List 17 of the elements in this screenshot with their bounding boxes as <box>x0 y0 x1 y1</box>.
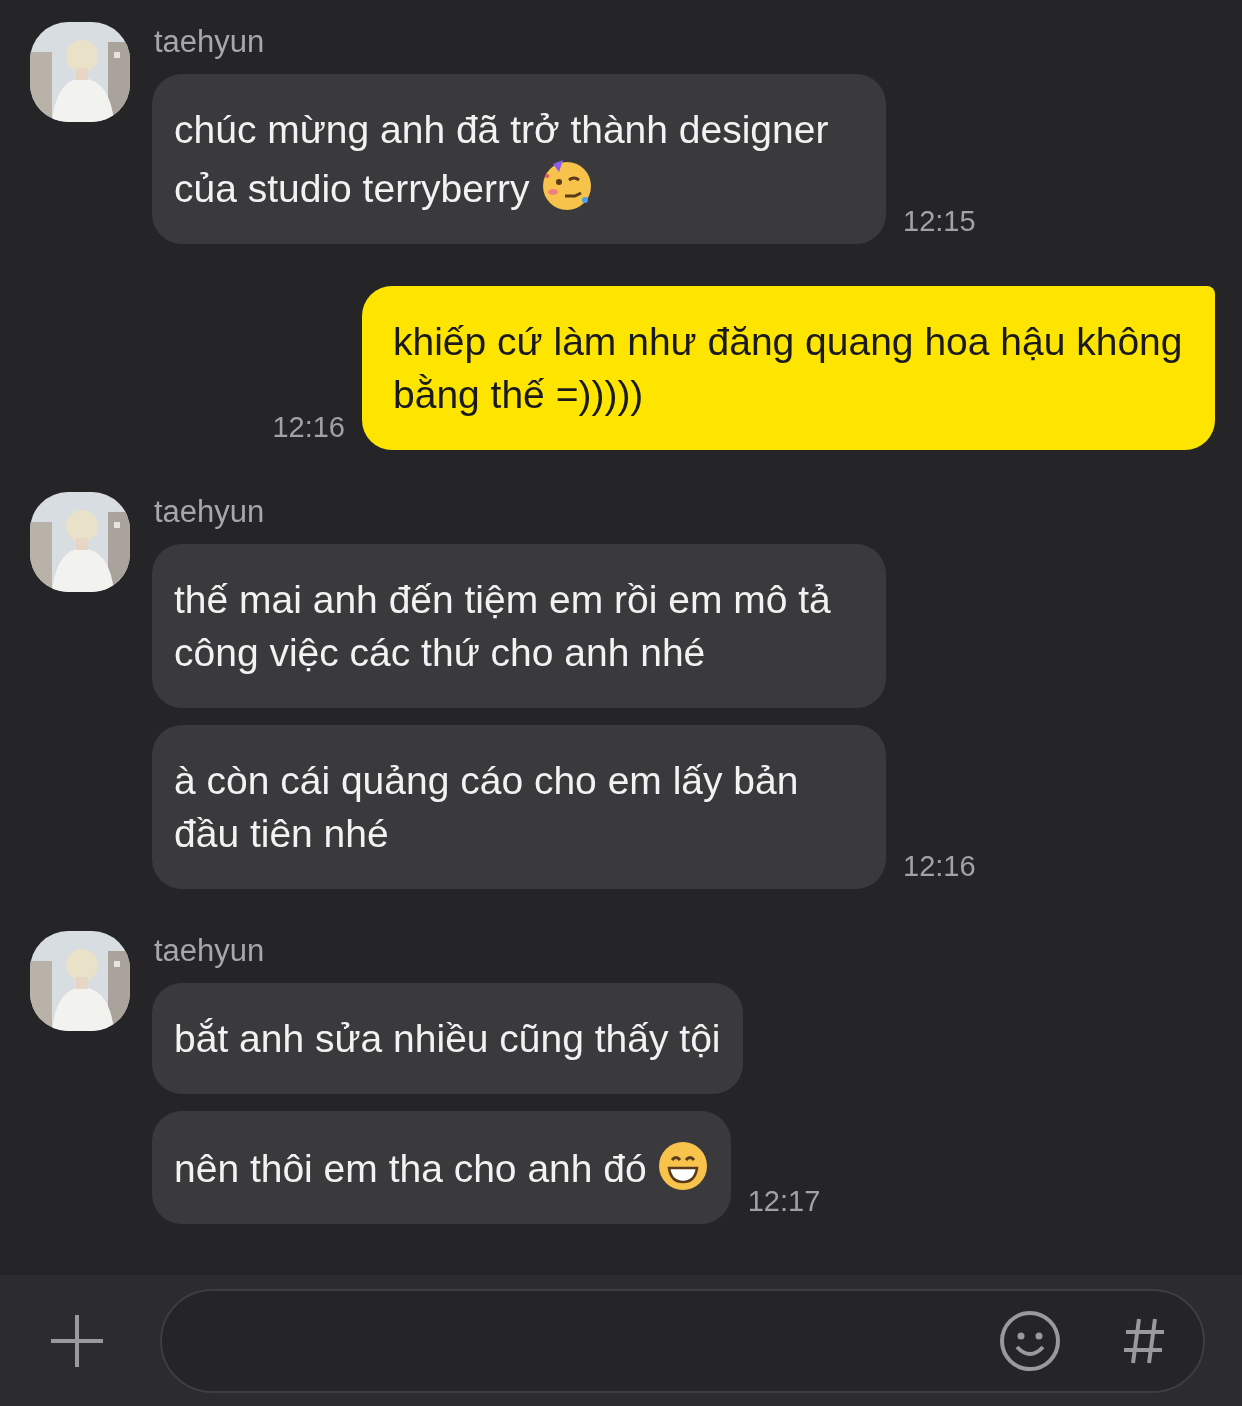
message-time: 12:15 <box>903 205 976 238</box>
message-bubble: à còn cái quảng cáo cho em lấy bản đầu tiên nhé <box>152 725 886 889</box>
message-time: 12:16 <box>903 850 976 883</box>
message-bubble: thế mai anh đến tiệm em rồi em mô tả công việc các thứ cho anh nhé <box>152 544 886 708</box>
grinning-face-icon <box>656 1140 709 1192</box>
message-bubble: nên thôi em tha cho anh đó <box>152 1111 731 1224</box>
sender-name: taehyun <box>154 24 265 60</box>
plus-icon[interactable] <box>49 1312 105 1369</box>
message-time: 12:17 <box>747 1185 821 1218</box>
smiley-icon[interactable] <box>999 1309 1061 1372</box>
message-bubble: chúc mừng anh đã trở thành designer của studio terryberry <box>152 74 886 244</box>
hashtag-icon[interactable] <box>1123 1316 1165 1365</box>
sender-name: taehyun <box>154 494 265 530</box>
sender-name: taehyun <box>154 933 265 969</box>
message-time: 12:16 <box>272 411 345 444</box>
message-bubble: khiếp cứ làm như đăng quang hoa hậu không bằng thế =))))) <box>362 286 1215 450</box>
message-bubble: bắt anh sửa nhiều cũng thấy tội <box>152 983 743 1094</box>
